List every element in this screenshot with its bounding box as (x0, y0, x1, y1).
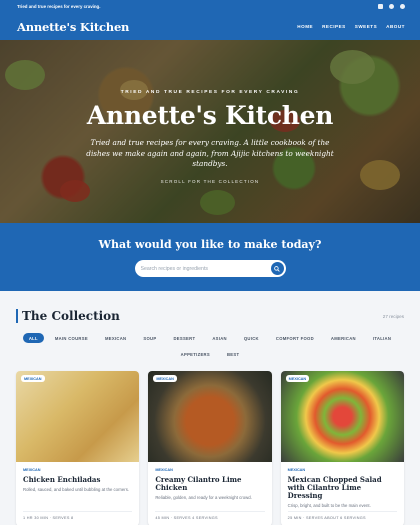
chip-american[interactable]: AMERICAN (325, 333, 362, 343)
recipe-category: MEXICAN (155, 468, 173, 472)
facebook-icon[interactable] (400, 4, 405, 9)
search-input[interactable] (140, 265, 251, 272)
chip-soup[interactable]: SOUP (137, 333, 162, 343)
recipe-image: MEXICAN (280, 371, 404, 462)
nav-links: HOME RECIPES SWEETS ABOUT (297, 24, 405, 29)
search-section: What would you like to make today? (0, 223, 420, 291)
chip-best[interactable]: BEST (221, 349, 245, 359)
chip-italian[interactable]: ITALIAN (367, 333, 397, 343)
recipe-card[interactable]: MEXICAN MEXICAN Creamy Cilantro Lime Chi… (148, 371, 272, 525)
recipe-meta: 25 MIN · SERVES ABOUT 6 SERVINGS (287, 511, 397, 520)
recipe-name: Creamy Cilantro Lime Chicken (155, 475, 242, 493)
top-bar: Tried and true recipes for every craving… (0, 0, 420, 13)
chip-quick[interactable]: QUICK (238, 333, 265, 343)
collection-section: The Collection 27 recipes ALL MAIN COURS… (0, 291, 420, 525)
recipe-name: Mexican Chopped Salad with Cilantro Lime… (287, 475, 382, 501)
recipe-category: MEXICAN (287, 468, 306, 472)
brand-logo[interactable]: Annette's Kitchen (17, 20, 129, 34)
recipe-count: 27 recipes (382, 313, 404, 319)
filter-chips: ALL MAIN COURSE MEXICAN SOUP DESSERT ASI… (16, 333, 404, 359)
social-icons (378, 4, 405, 9)
recipe-tag: MEXICAN (21, 375, 45, 382)
tagline: Tried and true recipes for every craving… (17, 4, 101, 9)
hero-content: TRIED AND TRUE RECIPES FOR EVERY CRAVING… (0, 40, 420, 223)
chip-main-course[interactable]: MAIN COURSE (49, 333, 94, 343)
search-box (134, 260, 286, 277)
scroll-link[interactable]: SCROLL FOR THE COLLECTION (0, 179, 420, 184)
chip-asian[interactable]: ASIAN (206, 333, 233, 343)
recipe-card[interactable]: MEXICAN MEXICAN Mexican Chopped Salad wi… (280, 371, 404, 525)
hero-title: Annette's Kitchen (86, 101, 334, 130)
chip-comfort-food[interactable]: COMFORT FOOD (270, 333, 320, 343)
recipe-description: Reliable, golden, and ready for a weekni… (155, 495, 252, 501)
search-icon (274, 265, 280, 272)
recipe-description: Rolled, sauced, and baked until bubbling… (23, 487, 130, 493)
mail-icon[interactable] (378, 4, 383, 9)
recipe-image: MEXICAN (16, 371, 140, 462)
nav-recipes[interactable]: RECIPES (322, 24, 346, 29)
search-heading: What would you like to make today? (98, 238, 322, 251)
recipe-description: Crisp, bright, and built to be the main … (287, 503, 371, 509)
chip-mexican[interactable]: MEXICAN (99, 333, 132, 343)
collection-header: The Collection 27 recipes (16, 309, 404, 323)
chip-appetizers[interactable]: APPETIZERS (175, 349, 216, 359)
recipe-meta: 1 HR 30 MIN · SERVES 8 (23, 511, 133, 520)
recipe-meta: 45 MIN · SERVES 4 SERVINGS (155, 511, 265, 520)
hero-kicker: TRIED AND TRUE RECIPES FOR EVERY CRAVING (120, 90, 300, 95)
recipe-tag: MEXICAN (285, 375, 310, 382)
recipe-name: Chicken Enchiladas (23, 475, 101, 484)
main-nav: Annette's Kitchen HOME RECIPES SWEETS AB… (0, 13, 420, 40)
search-button[interactable] (270, 262, 284, 275)
nav-about[interactable]: ABOUT (386, 24, 405, 29)
recipe-tag: MEXICAN (153, 375, 177, 382)
recipe-cards: MEXICAN MEXICAN Chicken Enchiladas Rolle… (16, 371, 404, 525)
recipe-category: MEXICAN (23, 468, 41, 472)
nav-sweets[interactable]: SWEETS (355, 24, 377, 29)
recipe-card[interactable]: MEXICAN MEXICAN Chicken Enchiladas Rolle… (16, 371, 140, 525)
collection-title: The Collection (16, 309, 120, 323)
pinterest-icon[interactable] (389, 4, 394, 9)
nav-home[interactable]: HOME (297, 24, 313, 29)
hero: TRIED AND TRUE RECIPES FOR EVERY CRAVING… (0, 40, 420, 223)
recipe-image: MEXICAN (148, 371, 272, 462)
chip-dessert[interactable]: DESSERT (167, 333, 201, 343)
hero-subtitle: Tried and true recipes for every craving… (86, 138, 334, 169)
chip-all[interactable]: ALL (22, 333, 44, 343)
